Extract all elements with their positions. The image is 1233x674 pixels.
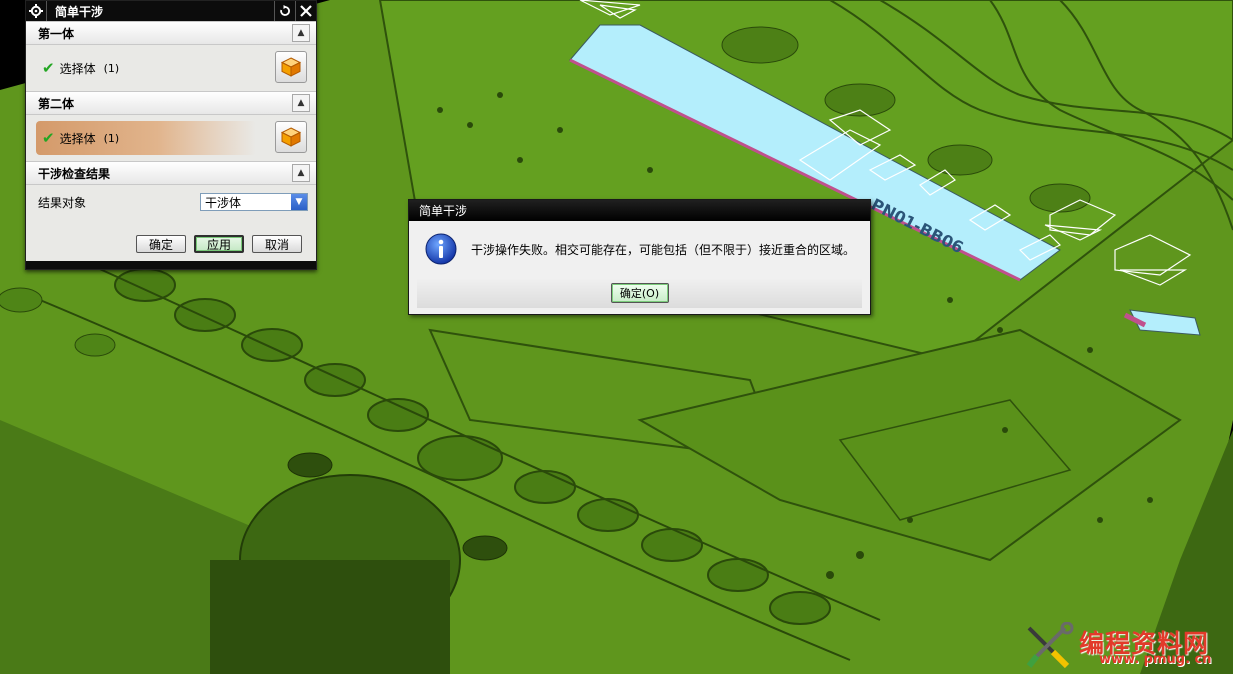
gear-icon[interactable] [26,1,47,21]
simple-interference-dialog: 简单干涉 第一体 ▲ ✔ 选择体 (1) 第二体 ▲ ✔ 选择体 (1) 干涉检… [25,0,317,270]
dropdown-value: 干涉体 [205,195,242,210]
info-icon [425,233,457,265]
message-text: 干涉操作失败。相交可能存在，可能包括（但不限于）接近重合的区域。 [471,242,856,257]
select-solid-button[interactable] [275,121,307,153]
section-title: 干涉检查结果 [38,166,111,181]
reset-icon[interactable] [274,1,295,21]
chevron-up-icon[interactable]: ▲ [292,24,310,42]
ok-button[interactable]: 确定(O) [610,283,669,303]
select-body-count: (1) [103,61,120,75]
select-body-label: 选择体 [59,131,96,146]
select-body-label: 选择体 [59,61,96,76]
chevron-up-icon[interactable]: ▲ [292,164,310,182]
result-object-dropdown[interactable]: 干涉体 ▼ [200,193,308,211]
apply-button[interactable]: 应用 [194,235,244,253]
close-icon[interactable] [295,1,316,21]
watermark-url: www. pmug. cn [1099,652,1212,667]
ok-button[interactable]: 确定 [136,235,186,253]
select-solid-button[interactable] [275,51,307,83]
section-second-body[interactable]: 第二体 ▲ [26,91,316,115]
dialog-bottom-bar [26,261,316,269]
solid-body-icon [280,127,302,147]
error-message-dialog: 简单干涉 干涉操作失败。相交可能存在，可能包括（但不限于）接近重合的区域。 确定… [408,199,871,315]
result-object-label: 结果对象 [38,195,87,210]
chevron-up-icon[interactable]: ▲ [292,94,310,112]
check-icon: ✔ [42,59,55,77]
section-title: 第二体 [38,96,75,111]
message-title: 简单干涉 [419,204,468,218]
select-body-row[interactable]: ✔ 选择体 (1) [36,51,256,85]
select-body-row[interactable]: ✔ 选择体 (1) [36,121,256,155]
cancel-button[interactable]: 取消 [252,235,302,253]
message-titlebar[interactable]: 简单干涉 [409,200,870,221]
section-title: 第一体 [38,26,75,41]
check-icon: ✔ [42,129,55,147]
select-body-count: (1) [103,131,120,145]
dialog-title: 简单干涉 [55,4,104,19]
dialog-titlebar[interactable]: 简单干涉 [26,1,316,21]
section-first-body[interactable]: 第一体 ▲ [26,21,316,45]
watermark: 编程资料网 www. pmug. cn [1023,622,1223,672]
section-interference-result[interactable]: 干涉检查结果 ▲ [26,161,316,185]
tools-icon [1026,622,1074,669]
solid-body-icon [280,57,302,77]
dropdown-arrow-icon[interactable]: ▼ [291,194,307,210]
